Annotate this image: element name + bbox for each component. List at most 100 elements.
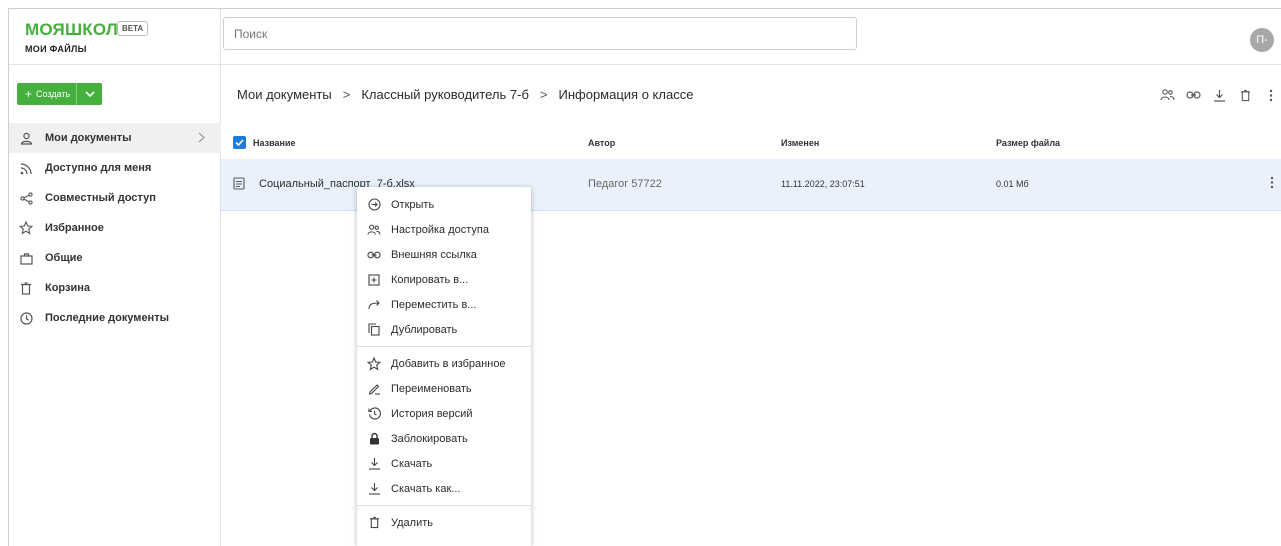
menu-item-version-history[interactable]: История версий (357, 401, 531, 426)
chevron-down-icon (85, 91, 95, 97)
sidebar-item-trash[interactable]: Корзина (9, 273, 221, 303)
file-modified: 11.11.2022, 23:07:51 (781, 179, 865, 189)
select-all-checkbox[interactable] (233, 136, 246, 149)
menu-item-copy-to[interactable]: Копировать в... (357, 267, 531, 292)
search-input[interactable] (223, 17, 857, 50)
sidebar-nav: Мои документы Доступно для меня Совместн… (9, 123, 221, 333)
download-icon[interactable] (1208, 85, 1230, 105)
column-header-modified[interactable]: Изменен (781, 138, 819, 148)
open-circle-arrow-icon (367, 198, 381, 212)
sidebar-item-my-documents[interactable]: Мои документы (9, 123, 221, 153)
menu-item-move-to[interactable]: Переместить в... (357, 292, 531, 317)
sidebar-item-common[interactable]: Общие (9, 243, 221, 273)
menu-item-label: Заблокировать (391, 432, 468, 445)
context-menu: Открыть Настройка доступа Внешняя ссылка… (357, 187, 531, 546)
menu-item-add-favorite[interactable]: Добавить в избранное (357, 351, 531, 376)
menu-item-label: История версий (391, 407, 473, 420)
column-header-size[interactable]: Размер файла (996, 138, 1060, 148)
share-icon (19, 191, 33, 205)
toolbar (1152, 85, 1281, 105)
trash-icon[interactable] (1234, 85, 1256, 105)
table-header: Название Автор Изменен Размер файла (221, 127, 1281, 159)
sidebar-item-label: Совместный доступ (45, 192, 156, 204)
duplicate-icon (367, 323, 381, 337)
menu-item-lock[interactable]: Заблокировать (357, 426, 531, 451)
menu-item-download-as[interactable]: Скачать как... (357, 476, 531, 501)
trash-icon (19, 281, 33, 295)
sidebar-item-label: Последние документы (45, 312, 169, 324)
file-author: Педагог 57722 (588, 178, 662, 190)
sidebar-item-favorites[interactable]: Избранное (9, 213, 221, 243)
menu-item-duplicate[interactable]: Дублировать (357, 317, 531, 342)
menu-item-external-link[interactable]: Внешняя ссылка (357, 242, 531, 267)
sidebar-item-label: Корзина (45, 282, 90, 294)
menu-item-label: Переименовать (391, 382, 472, 395)
link-icon[interactable] (1182, 85, 1204, 105)
download-icon (367, 482, 381, 496)
sidebar: + Создать Мои документы Доступно для мен… (9, 65, 221, 546)
menu-item-access-settings[interactable]: Настройка доступа (357, 217, 531, 242)
link-icon (367, 248, 381, 262)
sidebar-item-label: Избранное (45, 222, 104, 234)
lock-icon (367, 432, 381, 446)
column-header-author[interactable]: Автор (588, 138, 615, 148)
more-vertical-icon[interactable] (1260, 85, 1281, 105)
column-header-name[interactable]: Название (253, 138, 295, 148)
breadcrumb-item-current: Информация о классе (558, 87, 694, 102)
create-button-label: Создать (36, 89, 71, 99)
app-subtitle: МОИ ФАЙЛЫ (25, 44, 87, 54)
copy-plus-icon (367, 273, 381, 287)
rss-icon (19, 161, 33, 175)
menu-item-label: Удалить (391, 516, 433, 529)
breadcrumb-separator-icon: > (539, 87, 548, 102)
menu-item-label: Скачать (391, 457, 433, 470)
menu-item-label: Внешняя ссылка (391, 248, 477, 261)
avatar[interactable]: П- (1250, 28, 1274, 52)
create-button-group: + Создать (17, 83, 103, 105)
menu-divider (357, 346, 531, 347)
menu-item-label: Настройка доступа (391, 223, 489, 236)
brand-area[interactable]: МОЯШКОЛА BETA МОИ ФАЙЛЫ (9, 9, 221, 65)
menu-item-download[interactable]: Скачать (357, 451, 531, 476)
sidebar-item-joint-access[interactable]: Совместный доступ (9, 183, 221, 213)
menu-item-delete[interactable]: Удалить (357, 510, 531, 535)
menu-item-label: Переместить в... (391, 298, 477, 311)
person-icon (19, 131, 33, 145)
chevron-right-icon (198, 132, 205, 143)
users-icon[interactable] (1156, 85, 1178, 105)
breadcrumb-item[interactable]: Классный руководитель 7-б (361, 87, 529, 102)
download-icon (367, 457, 381, 471)
sidebar-item-label: Общие (45, 252, 83, 264)
menu-item-label: Открыть (391, 198, 435, 211)
beta-badge: BETA (117, 21, 149, 36)
plus-icon: + (25, 87, 33, 101)
star-icon (19, 221, 33, 235)
breadcrumb: Мои документы > Классный руководитель 7-… (237, 87, 693, 102)
header: МОЯШКОЛА BETA МОИ ФАЙЛЫ П- (9, 9, 1281, 65)
clock-icon (19, 311, 33, 325)
star-icon (367, 356, 381, 371)
menu-item-rename[interactable]: Переименовать (357, 376, 531, 401)
app-window: МОЯШКОЛА BETA МОИ ФАЙЛЫ П- + Создать Мои… (8, 8, 1281, 546)
file-size: 0.01 Мб (996, 179, 1029, 189)
breadcrumb-item[interactable]: Мои документы (237, 87, 332, 102)
move-arrow-icon (367, 298, 381, 312)
pencil-icon (367, 382, 381, 396)
create-dropdown-button[interactable] (76, 83, 103, 105)
users-icon (367, 223, 381, 237)
menu-item-open[interactable]: Открыть (357, 192, 531, 217)
breadcrumb-separator-icon: > (342, 87, 351, 102)
logo: МОЯШКОЛА (25, 20, 131, 39)
menu-item-label: Скачать как... (391, 482, 461, 495)
trash-icon (367, 516, 381, 530)
document-icon (233, 177, 245, 193)
more-vertical-icon[interactable] (1270, 176, 1274, 192)
menu-item-label: Добавить в избранное (391, 357, 506, 370)
sidebar-item-recent[interactable]: Последние документы (9, 303, 221, 333)
briefcase-icon (19, 251, 33, 265)
create-button[interactable]: + Создать (17, 83, 77, 105)
sidebar-item-label: Доступно для меня (45, 162, 152, 174)
sidebar-item-label: Мои документы (45, 132, 132, 144)
history-icon (367, 407, 381, 421)
sidebar-item-shared-with-me[interactable]: Доступно для меня (9, 153, 221, 183)
